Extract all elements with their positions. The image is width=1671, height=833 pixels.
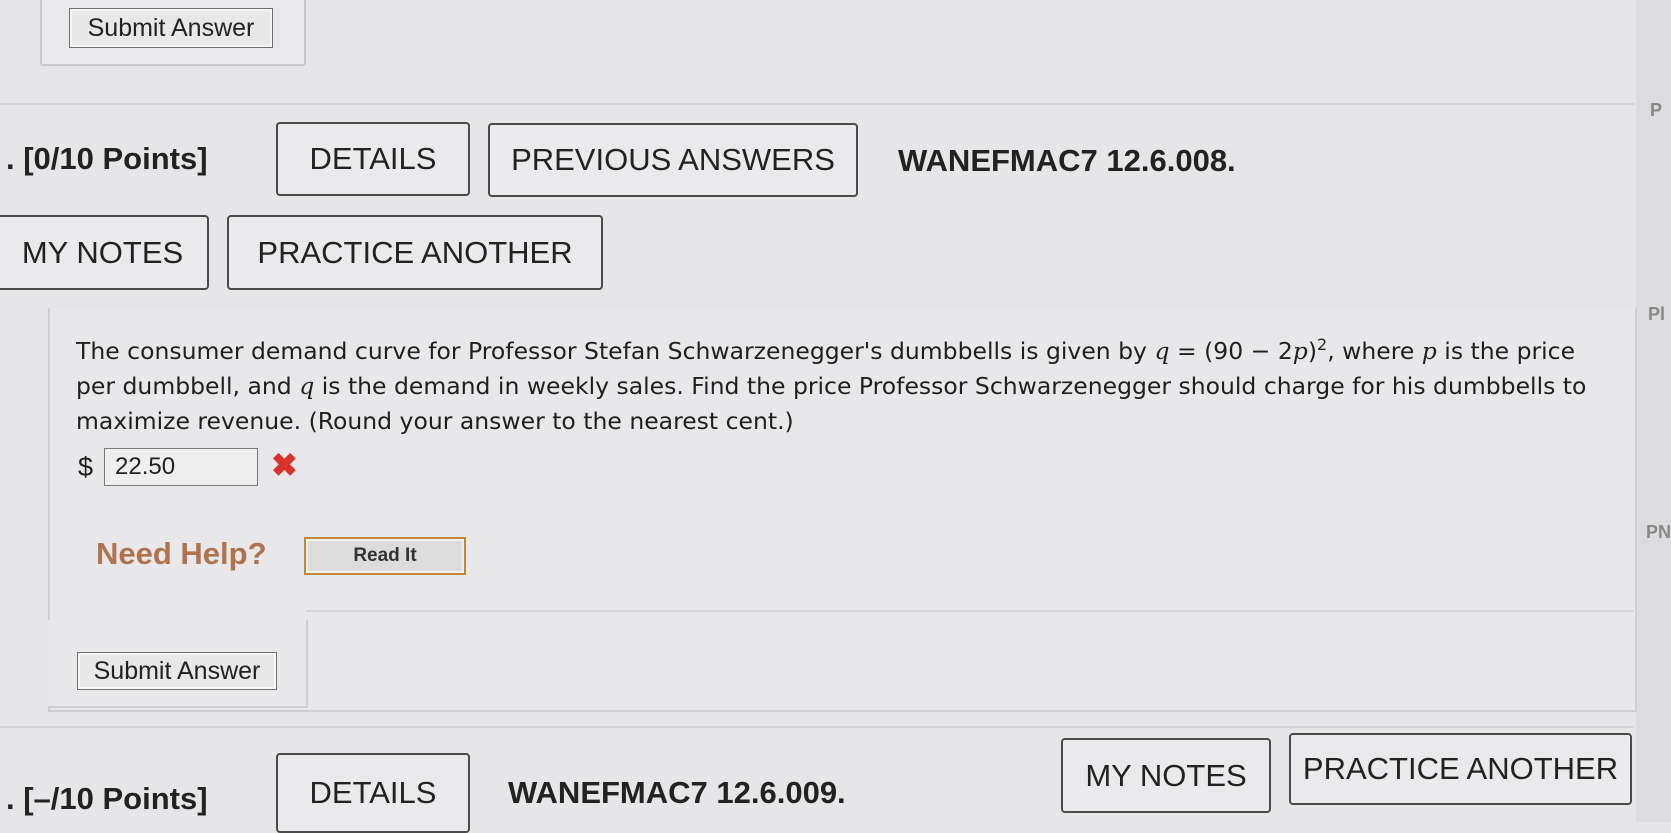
points-text: [0/10 Points] bbox=[23, 141, 208, 176]
side-letter: PN bbox=[1646, 522, 1671, 542]
question2-code: WANEFMAC7 12.6.009. bbox=[508, 775, 846, 810]
question-points: . [0/10 Points] bbox=[6, 141, 208, 177]
details-button[interactable]: DETAILS bbox=[276, 122, 470, 196]
divider bbox=[0, 103, 1634, 105]
question2-details-button[interactable]: DETAILS bbox=[276, 753, 470, 833]
answer-input[interactable] bbox=[104, 448, 258, 486]
previous-submit-answer-button[interactable]: Submit Answer bbox=[69, 8, 273, 48]
right-gutter bbox=[1636, 0, 1671, 822]
bullet: . bbox=[6, 781, 24, 816]
practice-another-button[interactable]: PRACTICE ANOTHER bbox=[227, 215, 603, 290]
submit-answer-button[interactable]: Submit Answer bbox=[77, 652, 277, 690]
points-text: [–/10 Points] bbox=[23, 781, 208, 816]
question-code: WANEFMAC7 12.6.008. bbox=[898, 143, 1236, 178]
question2-points: . [–/10 Points] bbox=[6, 781, 208, 817]
side-letter: Pl bbox=[1648, 304, 1666, 324]
divider bbox=[306, 610, 1634, 612]
question2-practice-another-button[interactable]: PRACTICE ANOTHER bbox=[1289, 733, 1632, 805]
divider bbox=[0, 726, 1634, 728]
need-help-label: Need Help? bbox=[96, 536, 267, 571]
question-text: The consumer demand curve for Professor … bbox=[76, 335, 1587, 435]
currency-symbol: $ bbox=[78, 452, 94, 482]
side-letter: P bbox=[1650, 100, 1663, 120]
question2-my-notes-button[interactable]: MY NOTES bbox=[1061, 738, 1271, 813]
previous-answers-button[interactable]: PREVIOUS ANSWERS bbox=[488, 123, 858, 197]
read-it-button[interactable]: Read It bbox=[304, 537, 466, 575]
my-notes-button[interactable]: MY NOTES bbox=[0, 215, 209, 290]
bullet: . bbox=[6, 141, 24, 176]
incorrect-icon: ✖ bbox=[271, 447, 298, 483]
